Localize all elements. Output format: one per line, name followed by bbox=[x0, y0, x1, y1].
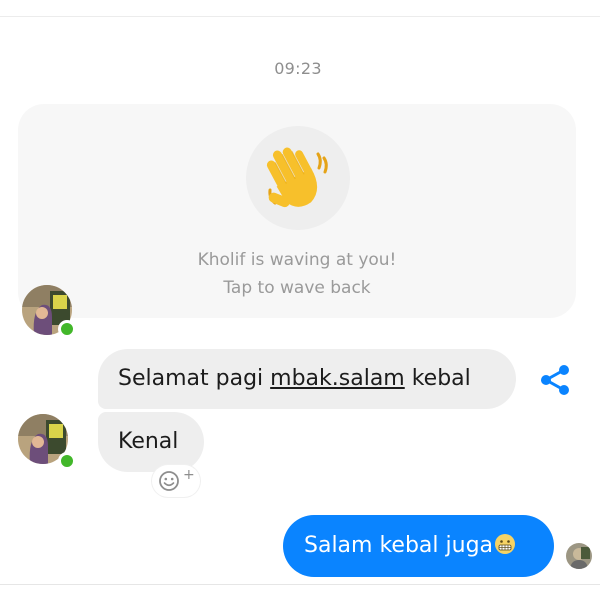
bottom-divider bbox=[0, 584, 600, 585]
online-status-dot bbox=[58, 320, 76, 338]
incoming-message[interactable]: Selamat pagi mbak.salam kebal bbox=[98, 349, 516, 409]
message-text: Salam kebal juga bbox=[304, 533, 494, 558]
online-status-dot bbox=[58, 452, 76, 470]
seen-indicator-avatar bbox=[566, 543, 592, 569]
waving-hand-icon[interactable] bbox=[246, 126, 350, 230]
add-reaction-plus: + bbox=[183, 467, 195, 483]
chat-screen: 09:23 Kholif is waving at you! Tap to wa… bbox=[0, 0, 600, 598]
add-reaction-icon[interactable]: + bbox=[152, 465, 200, 497]
wave-message: Kholif is waving at you! bbox=[197, 250, 397, 270]
top-divider bbox=[0, 16, 600, 17]
message-text: Selamat pagi bbox=[118, 366, 271, 391]
message-timestamp: 09:23 bbox=[274, 59, 322, 78]
share-icon[interactable] bbox=[538, 362, 574, 398]
incoming-message[interactable]: Kenal bbox=[98, 412, 204, 472]
message-link[interactable]: mbak.salam bbox=[270, 366, 405, 391]
message-text: kebal bbox=[404, 366, 471, 391]
outgoing-message[interactable]: Salam kebal juga bbox=[283, 515, 554, 577]
wave-card[interactable]: Kholif is waving at you! Tap to wave bac… bbox=[18, 104, 576, 318]
wave-back-prompt[interactable]: Tap to wave back bbox=[18, 278, 576, 298]
message-text: Kenal bbox=[118, 429, 179, 454]
grimacing-face-icon bbox=[495, 534, 516, 554]
